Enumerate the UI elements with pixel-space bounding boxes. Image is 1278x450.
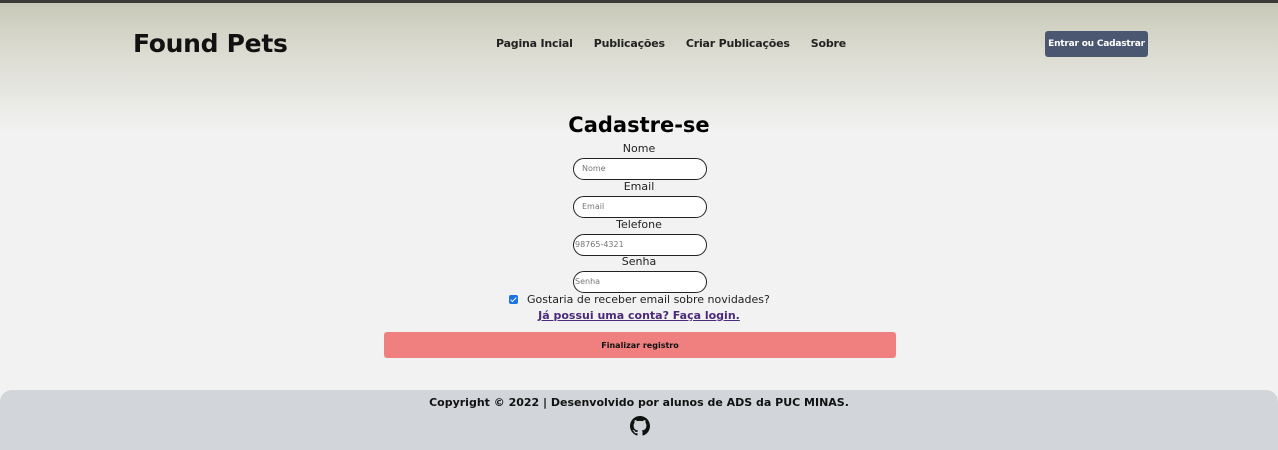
nav-item-create-publication[interactable]: Criar Publicações	[686, 37, 790, 50]
submit-button[interactable]: Finalizar registro	[384, 332, 896, 358]
page-title: Cadastre-se	[568, 113, 710, 137]
newsletter-checkbox[interactable]	[509, 295, 518, 304]
nav-item-home[interactable]: Pagina Incial	[496, 37, 573, 50]
email-label: Email	[623, 180, 655, 193]
email-field[interactable]: Email	[573, 196, 707, 218]
phone-field[interactable]: 98765-4321	[573, 234, 707, 256]
newsletter-row: Gostaria de receber email sobre novidade…	[509, 293, 770, 306]
password-field[interactable]: Senha	[573, 271, 707, 293]
nav-item-publications[interactable]: Publicações	[594, 37, 665, 50]
copyright-text: Copyright © 2022 | Desenvolvido por alun…	[429, 396, 849, 409]
login-link[interactable]: Já possui uma conta? Faça login.	[0, 309, 1278, 322]
name-field[interactable]: Nome	[573, 158, 707, 180]
main-nav: Pagina Incial Publicações Criar Publicaç…	[496, 37, 867, 50]
name-label: Nome	[622, 142, 656, 155]
login-register-button[interactable]: Entrar ou Cadastrar	[1045, 31, 1148, 57]
nav-item-about[interactable]: Sobre	[811, 37, 846, 50]
newsletter-label: Gostaria de receber email sobre novidade…	[527, 293, 770, 306]
footer: Copyright © 2022 | Desenvolvido por alun…	[0, 390, 1278, 450]
brand-logo[interactable]: Found Pets	[133, 29, 288, 58]
github-icon[interactable]	[630, 416, 650, 436]
password-label: Senha	[621, 255, 657, 268]
phone-label: Telefone	[616, 218, 662, 231]
